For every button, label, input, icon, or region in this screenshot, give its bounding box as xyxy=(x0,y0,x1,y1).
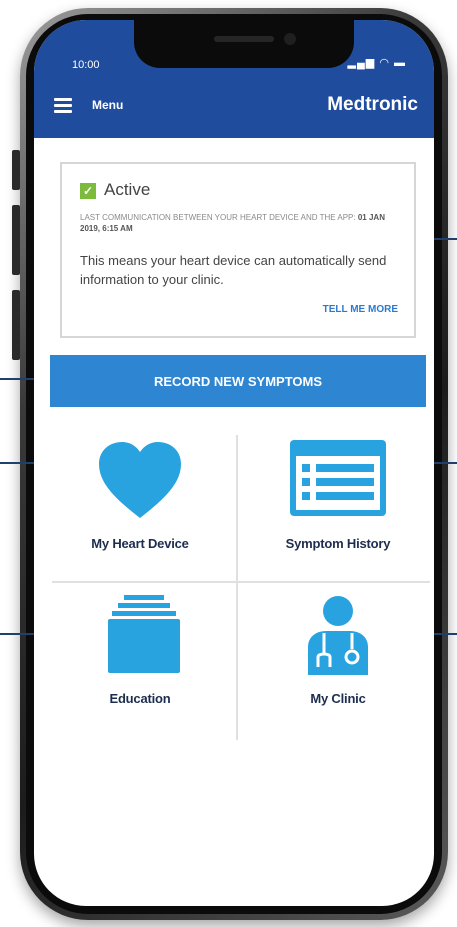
hamburger-menu-icon[interactable] xyxy=(54,98,72,113)
front-camera xyxy=(284,33,296,45)
volume-down-button xyxy=(12,290,20,360)
tile-education[interactable]: Education xyxy=(50,595,230,715)
status-title: Active xyxy=(104,180,151,199)
last-communication-text: LAST COMMUNICATION BETWEEN YOUR HEART DE… xyxy=(80,213,356,222)
tile-symptom-history[interactable]: Symptom History xyxy=(248,440,428,560)
doctor-icon xyxy=(308,596,368,675)
signal-icon: ▂▄▆ xyxy=(347,57,376,69)
battery-icon: ▬ xyxy=(394,57,406,69)
checkmark-icon: ✓ xyxy=(80,183,96,199)
volume-up-button xyxy=(12,205,20,275)
status-time: 10:00 xyxy=(72,59,100,71)
folder-stack-icon xyxy=(108,595,180,673)
tile-my-clinic[interactable]: My Clinic xyxy=(248,595,428,715)
record-new-symptoms-button[interactable]: RECORD NEW SYMPTOMS xyxy=(50,355,426,407)
last-communication: LAST COMMUNICATION BETWEEN YOUR HEART DE… xyxy=(80,212,405,234)
brand-logo: Medtronic xyxy=(327,94,418,115)
list-icon xyxy=(290,440,386,516)
wifi-icon: ◠ xyxy=(379,57,390,69)
status-description: This means your heart device can automat… xyxy=(80,253,387,287)
tell-me-more-link[interactable]: TELL ME MORE xyxy=(323,304,398,315)
grid-divider-horizontal xyxy=(52,581,430,583)
connection-status-card: ✓ Active LAST COMMUNICATION BETWEEN YOUR… xyxy=(60,162,416,338)
tile-label: Education xyxy=(109,691,171,706)
menu-label[interactable]: Menu xyxy=(92,98,123,112)
grid-divider-vertical xyxy=(236,435,238,740)
tile-my-heart-device[interactable]: My Heart Device xyxy=(50,440,230,560)
heart-icon xyxy=(99,442,181,518)
app-screen: 10:00 ▂▄▆ ◠ ▬ Menu Medtronic ✓ Active LA… xyxy=(34,20,434,906)
status-icons: ▂▄▆ ◠ ▬ xyxy=(348,56,406,69)
tile-label: Symptom History xyxy=(285,536,391,551)
phone-notch xyxy=(134,20,354,68)
tile-label: My Clinic xyxy=(310,691,366,706)
mute-switch xyxy=(12,150,20,190)
tile-label: My Heart Device xyxy=(91,536,189,551)
speaker-grille xyxy=(214,36,274,42)
